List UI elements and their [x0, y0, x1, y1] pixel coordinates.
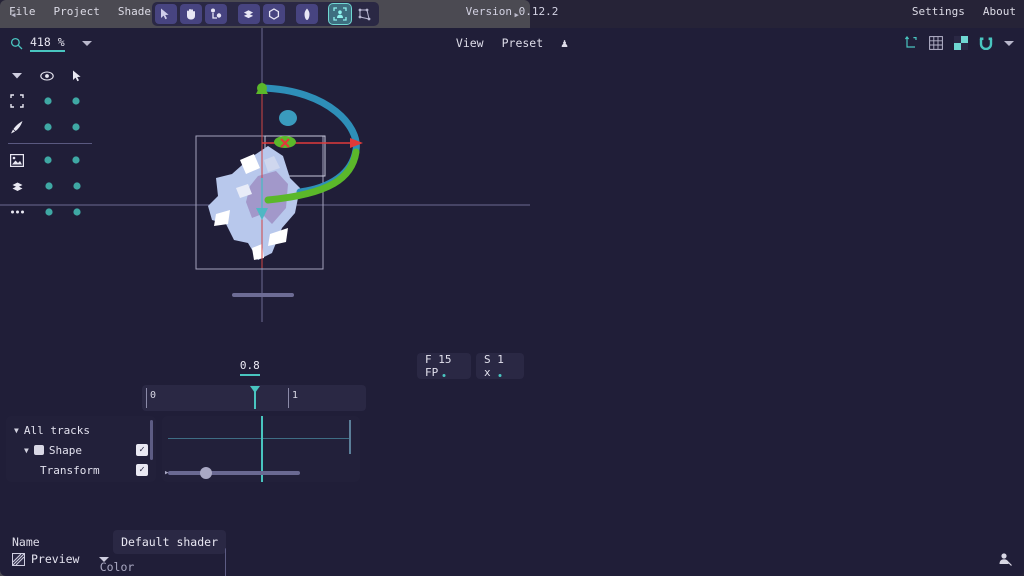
- menu-item-settings[interactable]: Settings: [912, 5, 965, 18]
- cursor-arrow-icon[interactable]: [72, 70, 83, 82]
- layer-dot[interactable]: [44, 123, 52, 131]
- layer-dot[interactable]: [73, 182, 81, 190]
- fps-label: F 15 FP: [425, 353, 452, 379]
- track-color-square: [33, 445, 44, 455]
- layer-dot[interactable]: [72, 156, 80, 164]
- tool-group-transform: [328, 4, 376, 24]
- toolbar-scroll-left-icon[interactable]: ◂: [10, 8, 17, 21]
- tool-group-picker: [295, 4, 318, 24]
- tool-group-shapes: [237, 4, 285, 24]
- track-checkbox[interactable]: ✓: [136, 464, 148, 476]
- track-list[interactable]: ▼ All tracks ▼ Shape ✓ Transform ✓: [6, 416, 156, 482]
- track-row-all-tracks[interactable]: ▼ All tracks: [6, 420, 156, 440]
- layers-icon: [10, 180, 25, 193]
- layer-row-more[interactable]: [8, 199, 92, 225]
- range-end-label: 1: [292, 390, 299, 401]
- mesh-tool[interactable]: [354, 4, 376, 24]
- animation-stats-group: F 15 FP S 1 x: [417, 353, 524, 379]
- shader-panel-body: Name Default shader Color ▼ Adjustments …: [8, 524, 226, 576]
- layer-dot[interactable]: [45, 182, 53, 190]
- layer-row-layers[interactable]: [8, 173, 92, 199]
- shader-name-input[interactable]: Default shader: [113, 530, 226, 554]
- chevron-down-icon[interactable]: ▼: [14, 426, 19, 435]
- viewport-toolbar: ◂ ▸: [0, 0, 530, 28]
- divider: [8, 143, 92, 144]
- view-label[interactable]: View: [456, 36, 484, 50]
- viewport-view-preset-group: View Preset ♟: [0, 36, 1024, 50]
- timeline-horizontal-scrollbar[interactable]: [168, 471, 300, 475]
- eyedropper-tool[interactable]: [295, 4, 318, 24]
- layer-row-frame[interactable]: [8, 88, 92, 114]
- track-checkbox[interactable]: ✓: [136, 444, 148, 456]
- visibility-eye-icon[interactable]: [40, 71, 54, 81]
- brush-icon: [10, 120, 24, 134]
- viewport-controls-row: 418 % View Preset ♟: [0, 28, 1024, 58]
- menu-right-group: Settings About: [903, 0, 1016, 22]
- layer-dot[interactable]: [44, 97, 52, 105]
- toolbar-scroll-right-icon[interactable]: ▸: [513, 8, 520, 21]
- track-row-shape[interactable]: ▼ Shape ✓: [6, 440, 156, 460]
- polygon-tool[interactable]: [262, 4, 285, 24]
- frame-selection-tool[interactable]: [328, 4, 351, 24]
- shader-name-row: Name Default shader: [8, 528, 226, 556]
- track-duration-bar: [168, 438, 350, 439]
- playhead-marker[interactable]: [250, 386, 261, 409]
- viewport-layer-column: [8, 64, 92, 225]
- shader-panel-scrollbar[interactable]: [225, 548, 226, 576]
- node-edit-tool[interactable]: [204, 4, 227, 24]
- layer-dot[interactable]: [44, 156, 52, 164]
- layer-dot[interactable]: [72, 97, 80, 105]
- track-label: All tracks: [23, 423, 91, 437]
- track-label: Transform: [40, 463, 100, 477]
- range-start-marker: [146, 388, 148, 408]
- section-header-color: Color: [99, 560, 135, 574]
- track-end-marker: [349, 420, 351, 454]
- preset-label[interactable]: Preset: [502, 36, 544, 50]
- fps-button[interactable]: F 15 FP: [417, 353, 471, 379]
- layer-dot[interactable]: [45, 208, 53, 216]
- current-time-value[interactable]: 0.8: [239, 359, 260, 376]
- speed-button[interactable]: S 1 x: [476, 353, 524, 379]
- select-arrow-tool[interactable]: [154, 4, 177, 24]
- menu-item-about[interactable]: About: [983, 5, 1016, 18]
- chevron-down-icon[interactable]: [12, 73, 22, 79]
- range-start-label: 0: [150, 390, 157, 401]
- track-list-scrollbar[interactable]: [150, 420, 153, 460]
- speed-label: S 1 x: [484, 353, 504, 379]
- track-label: Shape: [48, 443, 82, 457]
- layer-row-brush[interactable]: [8, 114, 92, 140]
- range-end-marker: [288, 388, 290, 408]
- time-range-field[interactable]: 0 1: [142, 385, 366, 411]
- track-row-transform[interactable]: Transform ✓: [6, 460, 156, 480]
- layers-tool[interactable]: [237, 4, 260, 24]
- tool-group-navigation: [154, 4, 227, 24]
- chevron-down-icon[interactable]: ▼: [24, 446, 29, 455]
- viewport-panel: ◂ ▸ 418 % View Preset ♟ Preview: [0, 0, 1024, 576]
- timeline-zoom-handle[interactable]: [200, 467, 212, 479]
- layer-dot[interactable]: [73, 208, 81, 216]
- keyframe-icon[interactable]: ♟: [561, 36, 568, 50]
- layer-row-image[interactable]: [8, 147, 92, 173]
- pan-hand-tool[interactable]: [179, 4, 202, 24]
- layer-dot[interactable]: [72, 123, 80, 131]
- layer-column-header: [8, 64, 92, 88]
- image-icon: [10, 153, 24, 167]
- tool-cluster: [151, 2, 379, 26]
- model-mesh: [208, 146, 300, 260]
- viewport-body[interactable]: 418 % View Preset ♟ Preview: [0, 28, 1024, 576]
- timeline-track-area[interactable]: ▸: [162, 416, 360, 482]
- render-mute-icon[interactable]: [998, 552, 1012, 566]
- frame-icon: [10, 94, 24, 108]
- more-options-icon: [10, 209, 25, 215]
- shader-name-label: Name: [12, 535, 40, 549]
